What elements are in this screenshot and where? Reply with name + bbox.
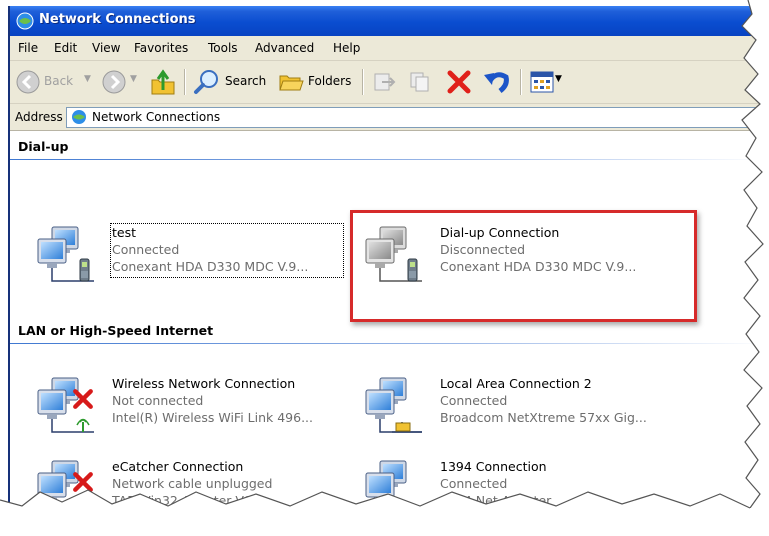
menu-edit[interactable]: Edit (54, 41, 77, 55)
folders-button[interactable]: Folders (308, 74, 351, 88)
back-arrow-icon[interactable] (16, 70, 40, 94)
group-divider (10, 343, 769, 344)
delete-icon[interactable] (446, 70, 472, 94)
menu-bar: File Edit View Favorites Tools Advanced … (10, 36, 769, 61)
menu-advanced[interactable]: Advanced (255, 41, 314, 55)
connection-lan-2[interactable]: Local Area Connection 2 Connected Broadc… (362, 374, 672, 438)
up-folder-icon[interactable] (150, 68, 176, 96)
address-value: Network Connections (92, 110, 221, 124)
highlight-box (350, 210, 697, 322)
network-connections-icon (16, 12, 34, 30)
connection-name: test (112, 225, 137, 240)
group-header-dialup: Dial-up (18, 139, 69, 154)
address-input[interactable]: Network Connections (66, 107, 769, 128)
connection-device: Broadcom NetXtreme 57xx Gig... (440, 410, 647, 425)
menu-favorites[interactable]: Favorites (134, 41, 188, 55)
connection-status: Connected (440, 393, 508, 408)
connection-device: Intel(R) Wireless WiFi Link 496... (112, 410, 313, 425)
address-label: Address (15, 110, 63, 124)
connection-device: Conexant HDA D330 MDC V.9... (112, 259, 309, 274)
connection-name: 1394 Connection (440, 459, 547, 474)
address-bar: Address Network Connections (10, 104, 769, 131)
connection-1394[interactable]: 1394 Connection Connected 1394 Net Adapt… (362, 457, 672, 521)
back-dropdown-icon[interactable]: ▼ (84, 74, 91, 84)
connection-status: Not connected (112, 393, 204, 408)
folders-icon (279, 75, 304, 91)
menu-help[interactable]: Help (333, 41, 360, 55)
back-button[interactable]: Back (44, 74, 73, 88)
connection-test[interactable]: test Connected Conexant HDA D330 MDC V.9… (34, 223, 344, 287)
window: Network Connections File Edit View Favor… (8, 6, 769, 534)
dialup-connection-icon (34, 223, 106, 287)
connection-name: Local Area Connection 2 (440, 376, 592, 391)
menu-tools[interactable]: Tools (208, 41, 238, 55)
title-bar[interactable]: Network Connections (10, 6, 769, 36)
connection-status: Connected (112, 242, 180, 257)
views-dropdown-icon[interactable]: ▼ (555, 74, 562, 84)
connection-status: Connected (440, 476, 508, 491)
connection-status: Network cable unplugged (112, 476, 273, 491)
copy-to-icon[interactable] (408, 70, 434, 94)
menu-file[interactable]: File (18, 41, 38, 55)
content-pane: Dial-up test Connected Conexant HDA D330… (10, 131, 769, 534)
group-divider (10, 159, 769, 160)
forward-dropdown-icon[interactable]: ▼ (130, 74, 137, 84)
connection-name: eCatcher Connection (112, 459, 244, 474)
lan-connection-icon (362, 457, 434, 521)
toolbar: Back ▼ ▼ Search Folders ▼ (10, 61, 769, 104)
wireless-connection-icon (34, 374, 106, 438)
menu-view[interactable]: View (92, 41, 120, 55)
lan-connection-icon (362, 374, 434, 438)
network-connections-icon (72, 110, 86, 124)
search-button[interactable]: Search (225, 74, 266, 88)
connection-ecatcher[interactable]: eCatcher Connection Network cable unplug… (34, 457, 344, 521)
views-icon[interactable] (530, 71, 554, 93)
connection-wireless[interactable]: Wireless Network Connection Not connecte… (34, 374, 344, 438)
search-icon (194, 70, 218, 94)
lan-disconnected-icon (34, 457, 106, 521)
group-header-lan: LAN or High-Speed Internet (18, 323, 214, 338)
window-title: Network Connections (39, 12, 196, 27)
connection-device: TAP-Win32 Adapter V8 (112, 493, 252, 508)
move-to-icon[interactable] (372, 70, 398, 94)
connection-name: Wireless Network Connection (112, 376, 296, 391)
forward-arrow-icon[interactable] (102, 70, 126, 94)
undo-icon[interactable] (482, 69, 510, 95)
connection-device: 1394 Net Adapter (440, 493, 552, 508)
